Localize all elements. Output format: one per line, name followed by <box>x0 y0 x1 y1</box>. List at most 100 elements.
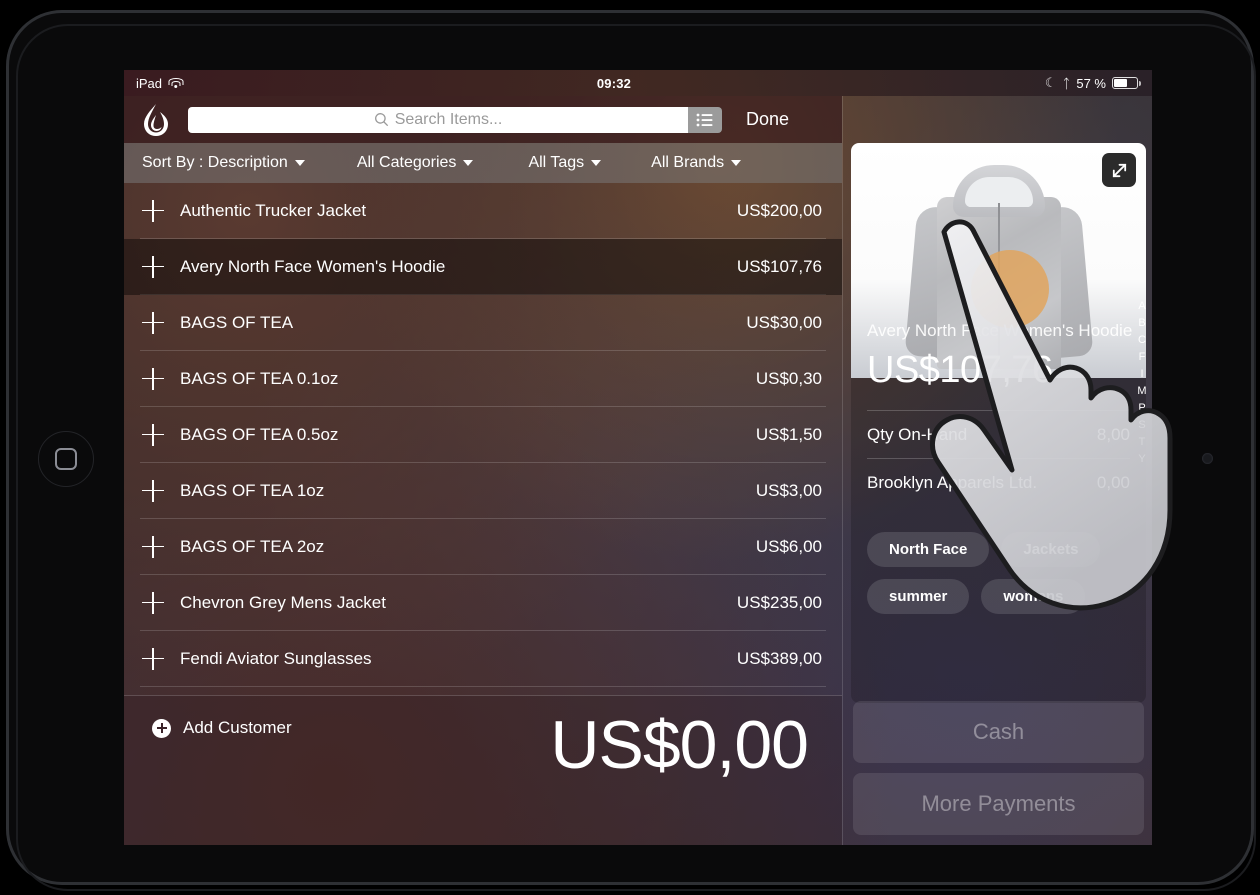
add-item-plus-icon[interactable] <box>142 255 164 278</box>
add-item-plus-icon[interactable] <box>142 647 164 670</box>
list-icon <box>696 113 713 126</box>
tag-chip[interactable]: North Face <box>867 532 990 567</box>
filter-bar: Sort By : Description All Categories All… <box>124 143 842 183</box>
moon-icon: ☾ <box>1044 75 1057 90</box>
nav-bar: Search Items... Done <box>124 96 842 143</box>
item-price: US$200,00 <box>736 200 822 220</box>
tag-chip[interactable]: Jackets <box>1001 532 1101 567</box>
filter-brands[interactable]: All Brands <box>651 154 742 172</box>
filter-categories[interactable]: All Categories <box>357 154 474 172</box>
table-row[interactable]: BAGS OF TEA 0.5oz US$1,50 <box>140 407 826 463</box>
search-placeholder: Search Items... <box>394 110 503 128</box>
lightspeed-logo-icon <box>134 100 178 140</box>
filter-sort-by-label: Sort By : Description <box>142 154 288 171</box>
alpha-index-letter[interactable]: B <box>1138 315 1145 332</box>
wifi-icon <box>168 77 184 89</box>
battery-icon <box>1112 77 1141 89</box>
add-item-plus-icon[interactable] <box>142 367 164 390</box>
alpha-index-letter[interactable]: S <box>1138 417 1145 434</box>
expand-icon[interactable] <box>1102 153 1136 187</box>
item-price: US$107,76 <box>736 256 822 276</box>
table-row[interactable]: Avery North Face Women's Hoodie US$107,7… <box>124 239 842 295</box>
done-button[interactable]: Done <box>746 109 789 130</box>
touch-indicator <box>971 250 1049 328</box>
home-button-square-icon <box>55 448 77 470</box>
order-total: US$0,00 <box>550 707 809 783</box>
filter-brands-label: All Brands <box>651 154 725 171</box>
add-item-plus-icon[interactable] <box>142 479 164 502</box>
alpha-index-letter[interactable]: T <box>1139 434 1146 451</box>
add-item-plus-icon[interactable] <box>142 311 164 334</box>
add-customer-button[interactable]: Add Customer <box>152 718 292 738</box>
item-price: US$30,00 <box>746 312 822 332</box>
product-tags: North Face Jackets summer womens <box>867 532 1130 620</box>
item-list: Authentic Trucker Jacket US$200,00 Avery… <box>124 183 842 695</box>
detail-row-qty-on-hand: Qty On-Hand 8,00 <box>867 410 1130 458</box>
item-name: BAGS OF TEA 2oz <box>180 536 325 556</box>
plus-circle-icon <box>152 718 171 738</box>
detail-value: 0,00 <box>1096 472 1130 492</box>
table-row[interactable]: Authentic Trucker Jacket US$200,00 <box>140 183 826 239</box>
alpha-index-letter[interactable]: P <box>1138 400 1145 417</box>
product-detail-rows: Qty On-Hand 8,00 Brooklyn Apparels Ltd. … <box>867 410 1130 506</box>
screenshot-scene: iPad 09:32 ☾ ᛏ 57 % Search Items... Done… <box>0 0 1260 895</box>
battery-percent-label: 57 % <box>1076 75 1106 91</box>
front-camera-icon <box>1202 453 1213 464</box>
add-item-plus-icon[interactable] <box>142 591 164 614</box>
add-item-plus-icon[interactable] <box>142 423 164 446</box>
product-title: Avery North Face Women's Hoodie <box>867 321 1133 340</box>
add-item-plus-icon[interactable] <box>142 535 164 558</box>
add-item-plus-icon[interactable] <box>142 199 164 222</box>
item-name: BAGS OF TEA <box>180 312 294 332</box>
more-payments-button[interactable]: More Payments <box>853 773 1144 835</box>
bottom-bar: Add Customer US$0,00 <box>124 695 842 845</box>
payment-buttons: Cash More Payments <box>853 701 1144 835</box>
search-icon <box>374 113 388 127</box>
alpha-index-letter[interactable]: Y <box>1138 451 1145 468</box>
app-screen: iPad 09:32 ☾ ᛏ 57 % Search Items... Done… <box>124 70 1152 845</box>
cash-button[interactable]: Cash <box>853 701 1144 763</box>
chevron-down-icon <box>463 160 474 166</box>
filter-tags-label: All Tags <box>528 154 585 171</box>
status-bar-time: 09:32 <box>596 75 632 91</box>
detail-label: Qty On-Hand <box>867 424 968 444</box>
tag-chip[interactable]: womens <box>981 579 1086 614</box>
item-name: Chevron Grey Mens Jacket <box>180 592 386 612</box>
status-bar-right: ☾ ᛏ 57 % <box>1045 75 1152 91</box>
tag-chip[interactable]: summer <box>867 579 970 614</box>
home-button[interactable] <box>38 431 94 487</box>
chevron-down-icon <box>591 160 602 166</box>
chevron-down-icon <box>294 160 305 166</box>
detail-value: 8,00 <box>1096 424 1130 444</box>
table-row[interactable]: BAGS OF TEA 0.1oz US$0,30 <box>140 351 826 407</box>
table-row[interactable]: BAGS OF TEA 1oz US$3,00 <box>140 463 826 519</box>
device-label: iPad <box>136 75 163 91</box>
search-bar[interactable]: Search Items... <box>188 106 722 133</box>
alpha-index-letter[interactable]: M <box>1137 383 1146 400</box>
item-price: US$235,00 <box>736 592 822 612</box>
item-price: US$389,00 <box>736 648 822 668</box>
table-row[interactable]: Fendi Aviator Sunglasses US$389,00 <box>140 631 826 687</box>
item-name: BAGS OF TEA 0.5oz <box>180 424 339 444</box>
alphabet-index[interactable]: A B C F I M P S T Y <box>1135 298 1149 468</box>
item-name: BAGS OF TEA 0.1oz <box>180 368 339 388</box>
add-customer-label: Add Customer <box>183 718 292 737</box>
ipad-device-frame: iPad 09:32 ☾ ᛏ 57 % Search Items... Done… <box>6 10 1256 891</box>
chevron-down-icon <box>731 160 742 166</box>
alpha-index-letter[interactable]: C <box>1138 332 1146 349</box>
filter-tags[interactable]: All Tags <box>528 154 602 172</box>
search-input[interactable]: Search Items... <box>188 106 688 133</box>
list-mode-button[interactable] <box>688 106 722 133</box>
item-price: US$6,00 <box>755 536 822 556</box>
table-row[interactable]: BAGS OF TEA US$30,00 <box>140 295 826 351</box>
alpha-index-letter[interactable]: A <box>1138 298 1145 315</box>
item-name: Fendi Aviator Sunglasses <box>180 648 372 668</box>
table-row[interactable]: BAGS OF TEA 2oz US$6,00 <box>140 519 826 575</box>
table-row[interactable]: Chevron Grey Mens Jacket US$235,00 <box>140 575 826 631</box>
alpha-index-letter[interactable]: I <box>1140 366 1143 383</box>
filter-sort-by[interactable]: Sort By : Description <box>142 154 305 172</box>
product-card: Avery North Face Women's Hoodie US$107,7… <box>851 143 1146 703</box>
item-price: US$0,30 <box>755 368 822 388</box>
product-price: US$107,76 <box>867 349 1053 391</box>
alpha-index-letter[interactable]: F <box>1139 349 1146 366</box>
